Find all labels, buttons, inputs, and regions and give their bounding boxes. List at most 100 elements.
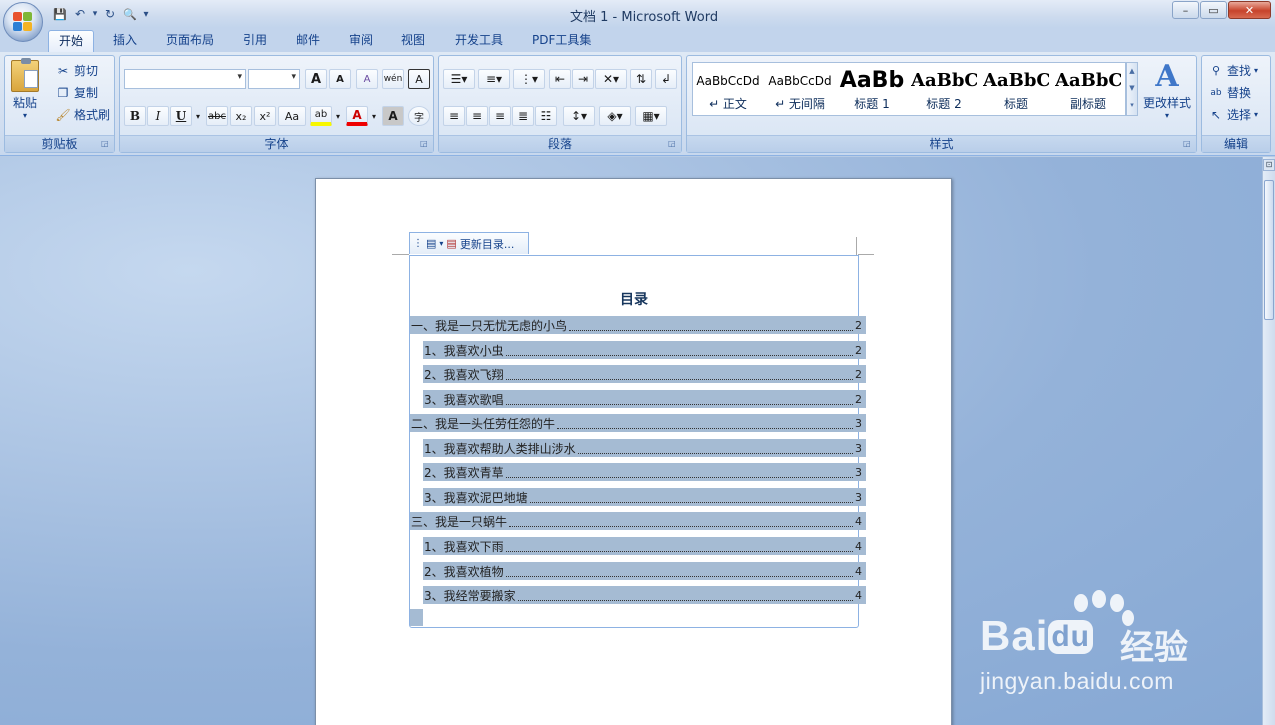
tab-page-layout[interactable]: 页面布局 <box>156 30 224 52</box>
toc-entry[interactable]: 3、我喜欢歌唱 2 <box>423 390 866 408</box>
font-color-dropdown-icon[interactable]: ▾ <box>369 106 379 126</box>
character-shading-button[interactable]: A <box>382 106 404 126</box>
phonetic-guide-button[interactable]: wén <box>382 69 404 89</box>
toc-entry[interactable]: 1、我喜欢下雨 4 <box>423 537 866 555</box>
scrollbar-thumb[interactable] <box>1264 180 1274 320</box>
style-no-spacing[interactable]: AaBbCcDd ↵ 无间隔 <box>767 65 833 115</box>
tab-view[interactable]: 视图 <box>391 30 435 52</box>
document-icon[interactable]: ▤ <box>426 237 436 250</box>
undo-dropdown-icon[interactable]: ▾ <box>90 5 100 23</box>
format-painter-button[interactable]: 🖌 格式刷 <box>55 106 110 123</box>
style-subtitle[interactable]: AaBbC 副标题 <box>1055 65 1121 115</box>
chevron-down-icon[interactable]: ▼ <box>1127 80 1137 97</box>
chinese-layout-button[interactable]: ✕▾ <box>595 69 627 89</box>
restore-button[interactable]: ▭ <box>1200 1 1227 19</box>
multilevel-list-button[interactable]: ⋮▾ <box>513 69 545 89</box>
toc-control-tab[interactable]: ⋮ ▤ ▾ ▤ 更新目录... <box>409 232 529 254</box>
font-color-button[interactable]: A <box>346 106 368 126</box>
toc-entry[interactable]: 3、我喜欢泥巴地塘 3 <box>423 488 866 506</box>
clipboard-launcher-icon[interactable]: ◲ <box>101 139 111 149</box>
bullets-button[interactable]: ☰▾ <box>443 69 475 89</box>
paragraph-launcher-icon[interactable]: ◲ <box>668 139 678 149</box>
minimize-button[interactable]: – <box>1172 1 1199 19</box>
toc-entry[interactable]: 二、我是一头任劳任怨的牛 3 <box>410 414 866 432</box>
update-toc-button[interactable]: 更新目录... <box>460 236 515 252</box>
font-size-dropdown-icon[interactable]: ▾ <box>291 72 296 82</box>
strikethrough-button[interactable]: abc <box>206 106 228 126</box>
toc-entry[interactable]: 三、我是一只蜗牛 4 <box>410 512 866 530</box>
copy-button[interactable]: ❐ 复制 <box>55 84 98 101</box>
character-border-button[interactable]: A <box>408 69 430 89</box>
sort-button[interactable]: ⇅ <box>630 69 652 89</box>
decrease-indent-button[interactable]: ⇤ <box>549 69 571 89</box>
toc-entry[interactable]: 2、我喜欢植物 4 <box>423 562 866 580</box>
style-heading-2[interactable]: AaBbC 标题 2 <box>911 65 977 115</box>
tab-developer[interactable]: 开发工具 <box>445 30 513 52</box>
distributed-button[interactable]: ☷ <box>535 106 557 126</box>
subscript-button[interactable]: x₂ <box>230 106 252 126</box>
toc-entry[interactable]: 1、我喜欢小虫 2 <box>423 341 866 359</box>
save-icon[interactable]: 💾 <box>50 5 70 23</box>
font-name-dropdown-icon[interactable]: ▾ <box>237 72 242 82</box>
chevron-up-icon[interactable]: ▲ <box>1127 63 1137 80</box>
styles-launcher-icon[interactable]: ◲ <box>1183 139 1193 149</box>
toc-entry[interactable]: 一、我是一只无忧无虑的小鸟 2 <box>410 316 866 334</box>
align-left-button[interactable]: ≡ <box>443 106 465 126</box>
show-hide-marks-button[interactable]: ↲ <box>655 69 677 89</box>
ruler-toggle-icon[interactable]: ⊡ <box>1263 159 1275 171</box>
change-case-button[interactable]: Aa <box>278 106 306 126</box>
font-size-combo[interactable]: ▾ <box>248 69 300 89</box>
borders-button[interactable]: ▦▾ <box>635 106 667 126</box>
toc-entry[interactable]: 3、我经常要搬家 4 <box>423 586 866 604</box>
redo-icon[interactable]: ↻ <box>100 5 120 23</box>
tab-references[interactable]: 引用 <box>233 30 277 52</box>
undo-icon[interactable]: ↶ <box>70 5 90 23</box>
line-spacing-button[interactable]: ↕▾ <box>563 106 595 126</box>
grow-font-button[interactable]: A <box>305 69 327 89</box>
underline-button[interactable]: U <box>170 106 192 126</box>
toc-entry[interactable]: 2、我喜欢飞翔 2 <box>423 365 866 383</box>
toc-entry[interactable]: 1、我喜欢帮助人类排山涉水 3 <box>423 439 866 457</box>
font-name-combo[interactable]: ▾ <box>124 69 246 89</box>
toc-leader-dots <box>505 576 853 577</box>
style-title[interactable]: AaBbC 标题 <box>983 65 1049 115</box>
toc-entry[interactable]: 2、我喜欢青草 3 <box>423 463 866 481</box>
gallery-more-icon[interactable]: ▾ <box>1127 97 1137 114</box>
style-heading-1[interactable]: AaBb 标题 1 <box>839 65 905 115</box>
highlight-button[interactable]: ab <box>310 106 332 126</box>
tab-home[interactable]: 开始 <box>48 30 95 52</box>
justify-button[interactable]: ≣ <box>512 106 534 126</box>
find-button[interactable]: ⚲ 查找 ▾ <box>1208 62 1258 79</box>
select-button[interactable]: ↖ 选择 ▾ <box>1208 106 1258 123</box>
highlight-dropdown-icon[interactable]: ▾ <box>333 106 343 126</box>
align-center-button[interactable]: ≡ <box>466 106 488 126</box>
print-preview-icon[interactable]: 🔍 <box>120 5 140 23</box>
tab-mailings[interactable]: 邮件 <box>286 30 330 52</box>
replace-button[interactable]: ab 替换 <box>1208 84 1251 101</box>
styles-gallery-scroll[interactable]: ▲ ▼ ▾ <box>1126 62 1138 116</box>
align-right-button[interactable]: ≡ <box>489 106 511 126</box>
close-button[interactable]: ✕ <box>1228 1 1271 19</box>
increase-indent-button[interactable]: ⇥ <box>572 69 594 89</box>
tab-review[interactable]: 审阅 <box>339 30 383 52</box>
font-launcher-icon[interactable]: ◲ <box>420 139 430 149</box>
tab-insert[interactable]: 插入 <box>103 30 147 52</box>
style-normal[interactable]: AaBbCcDd ↵ 正文 <box>695 65 761 115</box>
cut-button[interactable]: ✂ 剪切 <box>55 62 98 79</box>
italic-button[interactable]: I <box>147 106 169 126</box>
office-button[interactable] <box>3 2 43 42</box>
enclose-characters-button[interactable]: 字 <box>408 106 430 126</box>
change-styles-button[interactable]: A 更改样式 ▾ <box>1143 60 1191 121</box>
numbering-button[interactable]: ≡▾ <box>478 69 510 89</box>
tab-pdf-tools[interactable]: PDF工具集 <box>522 30 601 52</box>
shading-button[interactable]: ◈▾ <box>599 106 631 126</box>
toc-dropdown-icon[interactable]: ▾ <box>439 239 443 248</box>
customize-quick-access-icon[interactable]: ▾ <box>140 5 152 23</box>
clear-format-button[interactable]: A <box>356 69 378 89</box>
bold-button[interactable]: B <box>124 106 146 126</box>
shrink-font-button[interactable]: A <box>329 69 351 89</box>
drag-handle-icon[interactable]: ⋮ <box>413 238 423 249</box>
underline-dropdown-icon[interactable]: ▾ <box>193 106 203 126</box>
paste-button[interactable]: 粘贴 ▾ <box>11 58 39 120</box>
superscript-button[interactable]: x² <box>254 106 276 126</box>
